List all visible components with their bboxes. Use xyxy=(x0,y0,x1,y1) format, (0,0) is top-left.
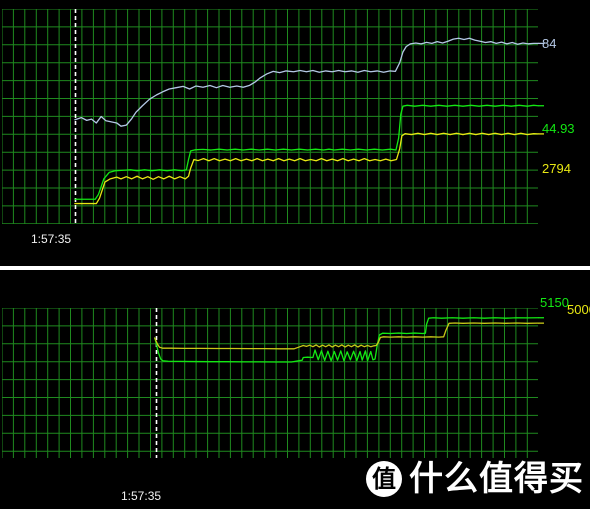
watermark-text: 什么值得买 xyxy=(409,459,584,499)
top-value-label-green: 44.93 xyxy=(542,121,575,136)
bottom-value-label-cpu: 5000 xyxy=(567,302,590,317)
top-plot-area[interactable] xyxy=(2,9,544,224)
bottom-graph-panel: CPU System 5150 5000 1:57:35 值 什么值得买 xyxy=(0,270,590,509)
bottom-plot-area[interactable] xyxy=(2,308,544,458)
top-value-label-temperature: 84 xyxy=(542,36,557,51)
top-series-lines xyxy=(74,37,544,205)
watermark: 值 什么值得买 xyxy=(366,461,584,497)
watermark-logo-icon: 值 xyxy=(366,461,402,497)
top-graph-panel: 84 44.93 2794 1:57:35 xyxy=(0,0,590,266)
bottom-value-label-system: 5150 xyxy=(540,295,569,310)
top-value-label-yellow: 2794 xyxy=(542,161,571,176)
bottom-series-lines xyxy=(154,317,544,363)
top-timestamp: 1:57:35 xyxy=(31,232,72,246)
bottom-timestamp: 1:57:35 xyxy=(121,489,162,503)
